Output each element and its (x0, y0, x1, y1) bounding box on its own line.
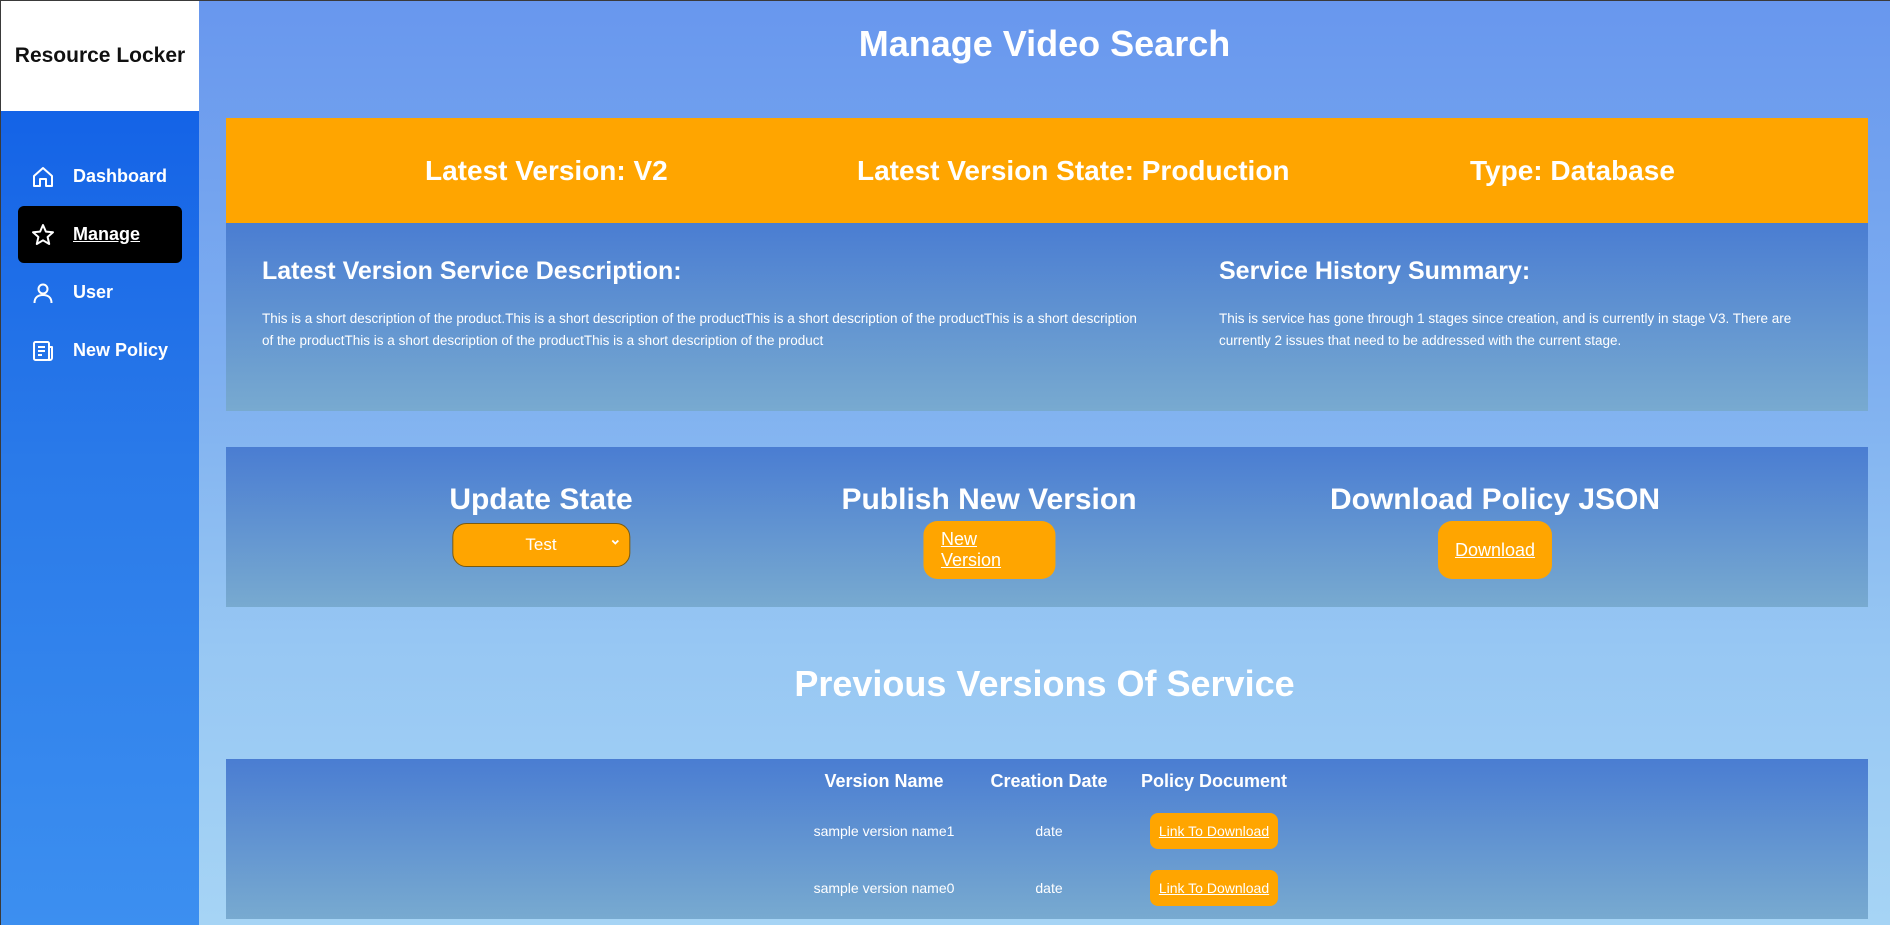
previous-versions-table: Version Name Creation Date Policy Docume… (801, 767, 1297, 916)
star-icon (30, 222, 56, 248)
update-state-group: Update State Test (449, 483, 633, 567)
sidebar-item-new-policy[interactable]: New Policy (18, 322, 182, 379)
description-text: This is a short description of the produ… (262, 311, 1137, 348)
link-to-download-button[interactable]: Link To Download (1149, 869, 1279, 906)
version-panel: Latest Version: V2 Latest Version State:… (226, 118, 1868, 411)
version-name-cell: sample version name1 (813, 822, 955, 839)
column-header-policy-document: Policy Document (1140, 771, 1288, 791)
history-text: This is service has gone through 1 stage… (1219, 311, 1792, 348)
document-icon (30, 338, 56, 364)
sidebar-nav: Dashboard Manage User New Policy (1, 148, 199, 379)
brand-logo: Resource Locker (1, 1, 199, 111)
creation-date-cell: date (1035, 879, 1063, 896)
app-window: Resource Locker Dashboard Manage User Ne… (0, 0, 1890, 925)
download-button[interactable]: Download (1438, 521, 1552, 579)
sidebar-item-label: Manage (73, 224, 141, 244)
description-section: Latest Version Service Description: This… (226, 223, 1868, 411)
publish-group: Publish New Version New Version (841, 483, 1137, 579)
sidebar-item-manage[interactable]: Manage (18, 206, 182, 263)
new-version-button[interactable]: New Version (922, 521, 1055, 579)
table-row: sample version name1 date Link To Downlo… (801, 802, 1297, 859)
previous-versions-table-section: Version Name Creation Date Policy Docume… (226, 759, 1868, 919)
creation-date-cell: date (1035, 822, 1063, 839)
sidebar-item-user[interactable]: User (18, 264, 182, 321)
publish-heading: Publish New Version (841, 483, 1137, 516)
chevron-down-icon (611, 539, 619, 545)
sidebar-item-label: New Policy (73, 340, 169, 360)
sidebar-item-label: User (73, 282, 114, 302)
download-heading: Download Policy JSON (1329, 483, 1661, 516)
sidebar-item-dashboard[interactable]: Dashboard (18, 148, 182, 205)
previous-versions-panel: Version Name Creation Date Policy Docume… (226, 759, 1868, 919)
latest-version-state-label: Latest Version State: Production (857, 154, 1290, 186)
user-icon (30, 280, 56, 306)
column-header-version-name: Version Name (824, 771, 944, 791)
sidebar-item-label: Dashboard (73, 166, 168, 186)
service-description: Latest Version Service Description: This… (262, 257, 1142, 352)
page-title: Manage Video Search (858, 23, 1231, 64)
actions-section: Update State Test Publish New Version Ne… (226, 447, 1868, 607)
previous-versions-title: Previous Versions Of Service (794, 663, 1295, 704)
state-select-value: Test (525, 535, 557, 554)
sidebar: Resource Locker Dashboard Manage User Ne… (1, 1, 199, 925)
link-to-download-button[interactable]: Link To Download (1149, 812, 1279, 849)
main-content: Manage Video Search Latest Version: V2 L… (199, 1, 1890, 925)
table-row: sample version name0 date Link To Downlo… (801, 859, 1297, 916)
history-heading: Service History Summary: (1219, 257, 1531, 285)
policy-document-cell: Link To Download (1131, 859, 1297, 916)
column-header-creation-date: Creation Date (990, 771, 1108, 791)
update-state-heading: Update State (449, 483, 633, 516)
state-select[interactable]: Test (452, 523, 630, 567)
actions-panel: Update State Test Publish New Version Ne… (226, 447, 1868, 607)
table-header-row: Version Name Creation Date Policy Docume… (801, 767, 1297, 802)
version-info-bar: Latest Version: V2 Latest Version State:… (226, 118, 1868, 223)
latest-version-label: Latest Version: V2 (425, 154, 668, 186)
version-name-cell: sample version name0 (813, 879, 955, 896)
service-history: Service History Summary: This is service… (1219, 257, 1841, 352)
policy-document-cell: Link To Download (1131, 802, 1297, 859)
type-label: Type: Database (1470, 154, 1675, 186)
download-group: Download Policy JSON Download (1330, 483, 1660, 579)
description-heading: Latest Version Service Description: (262, 257, 682, 285)
home-icon (30, 164, 56, 190)
